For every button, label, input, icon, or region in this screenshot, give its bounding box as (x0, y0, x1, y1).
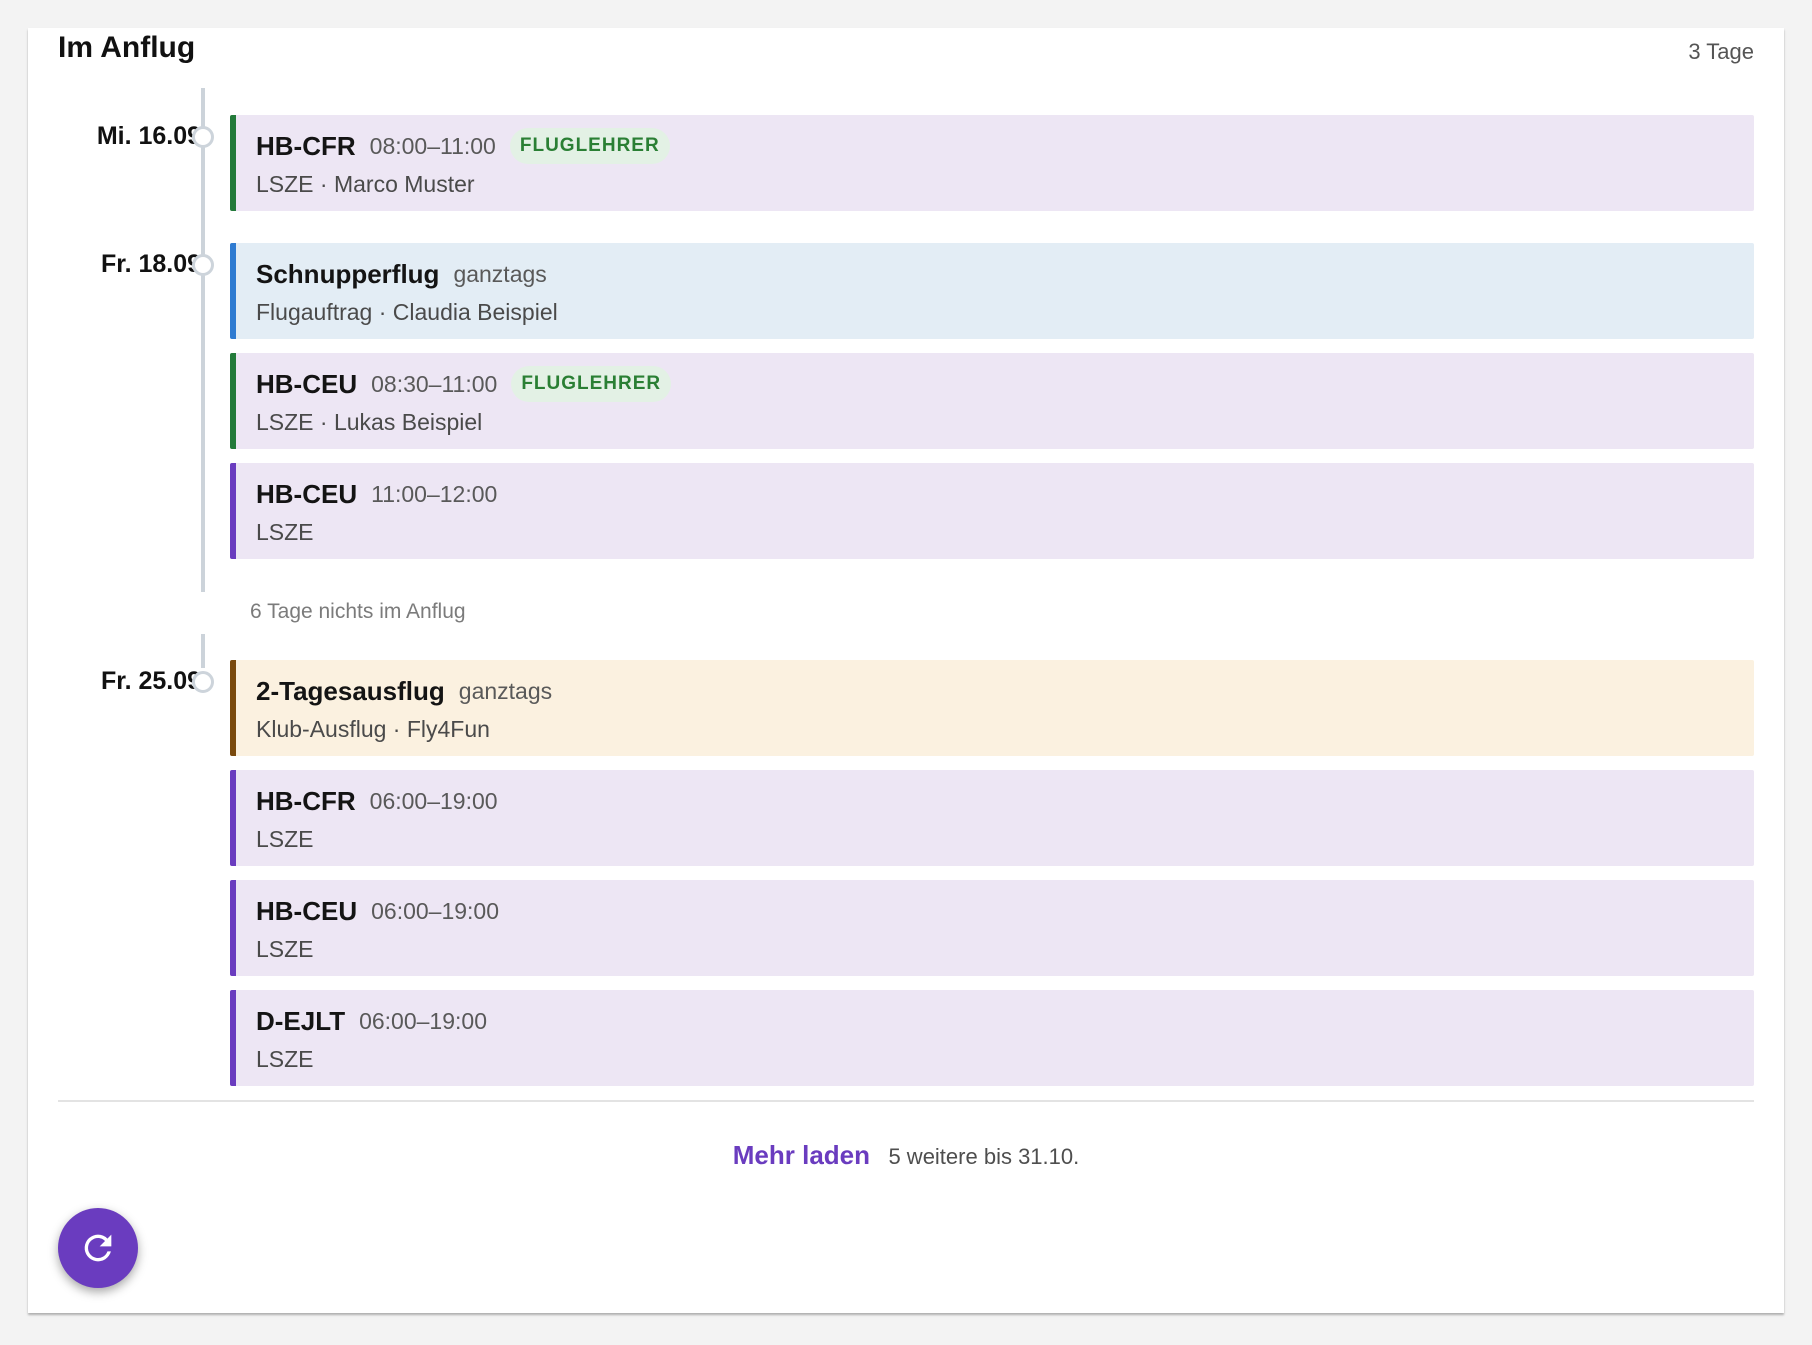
refresh-button[interactable] (58, 1208, 138, 1288)
days-count: 3 Tage (1688, 39, 1754, 64)
day-date: Mi. 16.09. (96, 122, 208, 150)
event-time: 08:00–11:00 (369, 132, 496, 159)
event-subtitle: Flugauftrag · Claudia Beispiel (256, 299, 558, 325)
divider (58, 1100, 1754, 1102)
event-time: 08:30–11:00 (371, 370, 498, 397)
event-card[interactable]: 2-Tagesausflug ganztags Klub-Ausflug · F… (230, 660, 1754, 756)
load-more-link[interactable]: Mehr laden (733, 1140, 870, 1170)
section-title: Im Anflug (58, 31, 196, 64)
gap-message: 6 Tage nichts im Anflug (250, 600, 466, 623)
event-card[interactable]: HB-CEU 08:30–11:00 FLUGLEHRER LSZE · Luk… (230, 353, 1754, 449)
event-title: HB-CEU (256, 368, 358, 399)
event-subtitle: LSZE · Marco Muster (256, 171, 475, 197)
event-time: ganztags (453, 260, 547, 287)
timeline-line (201, 634, 205, 668)
instructor-badge: FLUGLEHRER (509, 128, 670, 164)
card-header: Im Anflug 3 Tage (58, 28, 1754, 88)
event-title: 2-Tagesausflug (256, 675, 445, 706)
event-title: HB-CEU (256, 895, 358, 926)
timeline-node (192, 254, 214, 276)
event-subtitle: Klub-Ausflug · Fly4Fun (256, 716, 490, 742)
event-time: 11:00–12:00 (371, 480, 498, 507)
event-card[interactable]: Schnupperflug ganztags Flugauftrag · Cla… (230, 243, 1754, 339)
event-subtitle: LSZE (256, 936, 314, 962)
event-title: HB-CEU (256, 478, 358, 509)
refresh-icon (84, 1234, 112, 1262)
event-subtitle: LSZE (256, 519, 314, 545)
event-subtitle: LSZE (256, 826, 314, 852)
instructor-badge: FLUGLEHRER (511, 366, 672, 402)
day-date: Fr. 25.09. (100, 667, 208, 695)
day-date: Fr. 18.09. (100, 250, 208, 278)
event-card[interactable]: HB-CFR 08:00–11:00 FLUGLEHRER LSZE · Mar… (230, 115, 1754, 211)
event-subtitle: LSZE · Lukas Beispiel (256, 409, 483, 435)
event-card[interactable]: HB-CFR 06:00–19:00 LSZE (230, 770, 1754, 866)
load-more-info: 5 weitere bis 31.10. (888, 1144, 1080, 1169)
event-subtitle: LSZE (256, 1046, 314, 1072)
event-card[interactable]: HB-CEU 11:00–12:00 LSZE (230, 463, 1754, 559)
event-title: HB-CFR (256, 785, 356, 816)
event-title: D-EJLT (256, 1005, 346, 1036)
event-time: 06:00–19:00 (371, 897, 500, 924)
event-time: 06:00–19:00 (359, 1007, 487, 1034)
event-time: 06:00–19:00 (369, 787, 498, 814)
event-card[interactable]: HB-CEU 06:00–19:00 LSZE (230, 880, 1754, 976)
event-card[interactable]: D-EJLT 06:00–19:00 LSZE (230, 990, 1754, 1086)
timeline-node (192, 671, 214, 693)
load-more-row: Mehr laden 5 weitere bis 31.10. (28, 1140, 1784, 1171)
timeline-node (192, 126, 214, 148)
timeline-line (201, 88, 205, 592)
event-time: ganztags (458, 677, 553, 704)
event-title: HB-CFR (256, 130, 356, 161)
event-title: Schnupperflug (256, 258, 440, 289)
upcoming-card: Im Anflug 3 Tage Mi. 16.09. HB-CFR 08:00… (28, 28, 1784, 1313)
